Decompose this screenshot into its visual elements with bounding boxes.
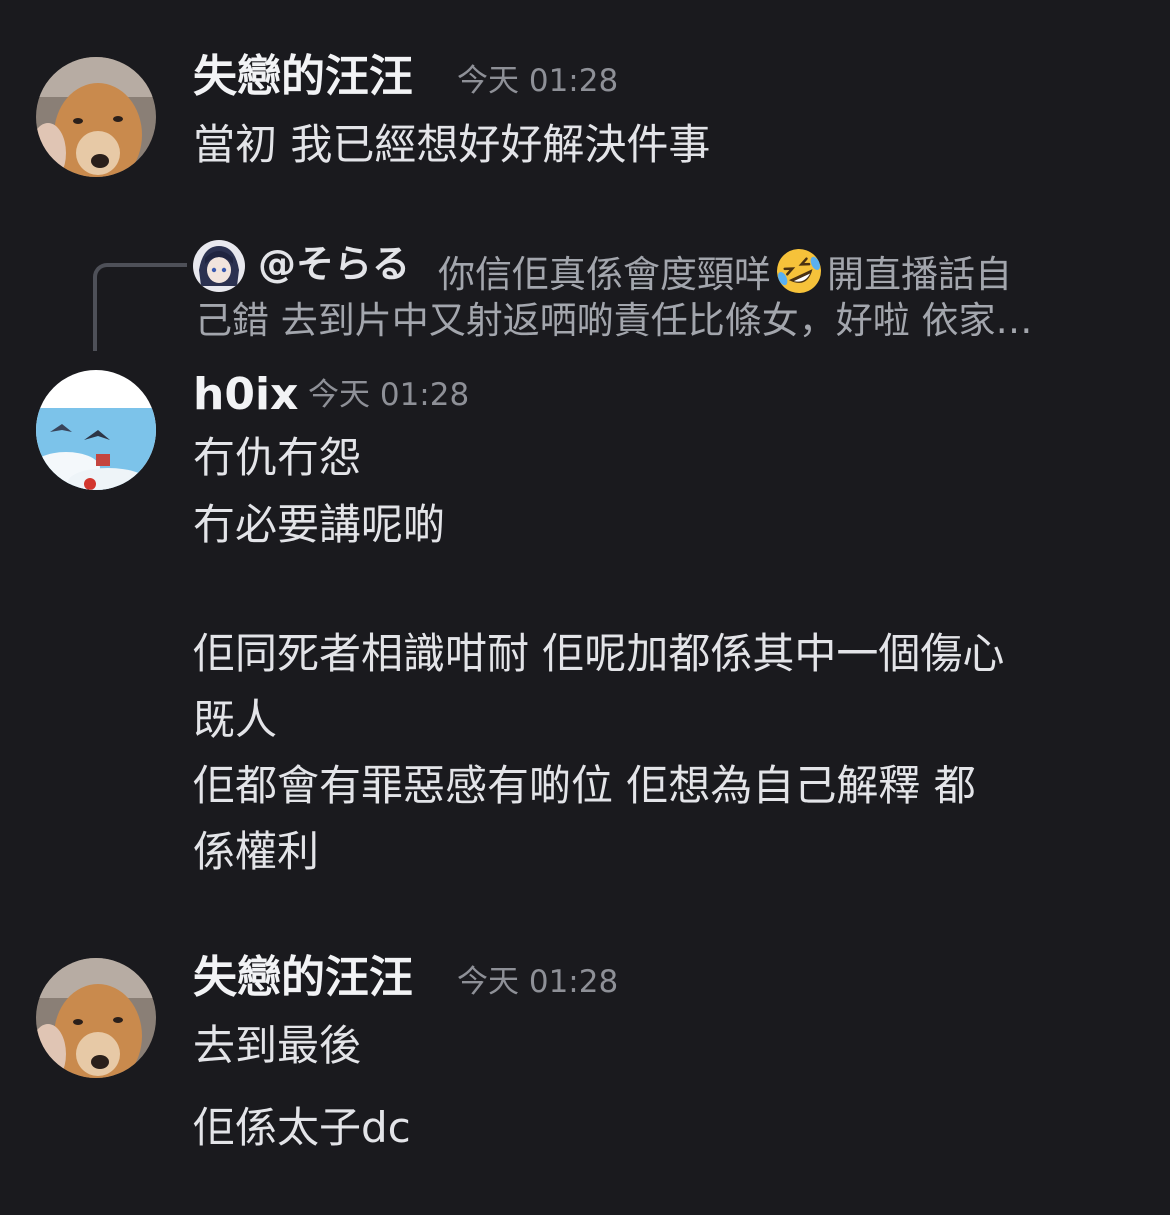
timestamp: 今天 01:28 [457,964,619,1000]
avatar-dog[interactable] [36,57,156,177]
reply-text-after-emoji: 開直播話自 [827,253,1012,296]
message-text: 冇仇冇怨 [193,433,362,482]
dog-avatar-image [36,57,156,177]
message-text: 去到最後 [193,1021,362,1070]
avatar-dog[interactable] [36,958,156,1078]
message-text: 既人 [193,695,278,744]
timestamp: 今天 01:28 [457,63,619,99]
message-text: 係權利 [193,827,320,876]
reply-text-before-emoji: 你信佢真係會度頸咩 [438,253,771,296]
message-text: 冇必要講呢啲 [193,500,446,549]
anime-avatar-image [193,240,245,292]
rolling-on-floor-laughing-emoji [773,245,825,297]
avatar-h0ix[interactable] [36,370,156,490]
reply-preview-line2[interactable]: 己錯 去到片中又射返哂啲責任比條女，好啦 依家… [195,302,1033,339]
reply-preview-line1[interactable]: 你信佢真係會度頸咩 開直播話自 [438,245,1012,297]
message-text: 當初 我已經想好好解決件事 [193,120,711,169]
timestamp: 今天 01:28 [308,377,470,413]
reply-connector [93,263,187,351]
author-name[interactable]: h0ix [193,373,298,417]
message-text: 佢係太子dc [193,1103,411,1152]
message-text: 佢都會有罪惡感有啲位 佢想為自己解釋 都 [193,761,976,810]
reply-username[interactable]: @そらる [258,245,410,283]
reply-avatar[interactable] [193,240,245,292]
author-name[interactable]: 失戀的汪汪 [193,55,413,99]
message-text: 佢同死者相識咁耐 佢呢加都係其中一個傷心 [193,629,1005,678]
author-name[interactable]: 失戀的汪汪 [193,956,413,1000]
sky-birds-avatar-image [36,370,156,490]
dog-avatar-image [36,958,156,1078]
